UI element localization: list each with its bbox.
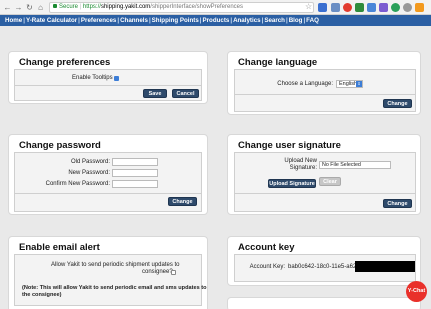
extension-icon[interactable] bbox=[343, 3, 352, 12]
preferences-title: Change preferences bbox=[19, 57, 111, 68]
divider bbox=[15, 85, 201, 86]
lock-icon bbox=[53, 4, 57, 9]
extension-icon[interactable] bbox=[318, 3, 327, 12]
language-label: Choose a Language: bbox=[277, 81, 333, 87]
nav-links: Home|Y-Rate Calculator|Preferences|Chann… bbox=[5, 16, 319, 25]
old-password-label: Old Password: bbox=[70, 159, 110, 165]
upload-signature-button[interactable]: Upload Signature bbox=[268, 179, 316, 188]
extension-icon[interactable] bbox=[391, 3, 400, 12]
home-icon[interactable]: ⌂ bbox=[36, 3, 45, 12]
account-key-box: Account Key: bab0c642-18c0-11e5-a623- bbox=[234, 254, 416, 282]
email-alert-panel: Enable email alert Allow Yakit to send p… bbox=[8, 236, 208, 309]
signature-form: Upload New Signature: No File Selected U… bbox=[234, 152, 416, 212]
enable-tooltips-checkbox[interactable] bbox=[114, 76, 119, 81]
nav-link[interactable]: FAQ bbox=[306, 17, 319, 24]
language-change-button[interactable]: Change bbox=[383, 99, 412, 108]
next-panel bbox=[227, 297, 421, 309]
confirm-password-input[interactable] bbox=[112, 180, 158, 188]
site-nav: Home|Y-Rate Calculator|Preferences|Chann… bbox=[0, 15, 431, 26]
forward-icon[interactable]: → bbox=[14, 3, 23, 12]
email-alert-question-2: consignee? bbox=[142, 269, 173, 275]
select-arrow-icon: ⇕ bbox=[356, 81, 362, 87]
email-alert-note: (Note: This will allow Yakit to send per… bbox=[22, 285, 207, 291]
enable-tooltips-label: Enable Tooltips bbox=[72, 75, 113, 81]
password-panel: Change password Old Password: New Passwo… bbox=[8, 134, 208, 215]
url-host: shipping.yakit.com bbox=[100, 4, 151, 10]
divider bbox=[235, 193, 415, 194]
divider bbox=[235, 94, 415, 95]
password-title: Change password bbox=[19, 140, 101, 151]
nav-link[interactable]: Channels bbox=[120, 17, 148, 24]
password-change-button[interactable]: Change bbox=[168, 197, 197, 206]
new-password-label: New Password: bbox=[68, 170, 110, 176]
confirm-password-label: Confirm New Password: bbox=[45, 181, 110, 187]
extension-icon[interactable] bbox=[331, 3, 340, 12]
nav-link[interactable]: Blog bbox=[289, 17, 303, 24]
nav-link[interactable]: Home bbox=[5, 17, 22, 24]
old-password-input[interactable] bbox=[112, 158, 158, 166]
signature-file-input[interactable]: No File Selected bbox=[319, 161, 391, 169]
nav-link[interactable]: Preferences bbox=[81, 17, 116, 24]
language-panel: Change language Choose a Language: Engli… bbox=[227, 51, 421, 115]
nav-link[interactable]: Search bbox=[264, 17, 285, 24]
extension-icon[interactable] bbox=[379, 3, 388, 12]
divider bbox=[15, 193, 201, 194]
redaction-bar bbox=[355, 261, 415, 272]
language-selected: English bbox=[339, 81, 358, 87]
language-select[interactable]: English ⇕ bbox=[336, 80, 363, 88]
browser-toolbar: ← → ↻ ⌂ Secure | https://shipping.yakit.… bbox=[0, 0, 431, 15]
upload-signature-label-2: Signature: bbox=[289, 165, 317, 171]
extension-icon[interactable] bbox=[403, 3, 412, 12]
back-icon[interactable]: ← bbox=[3, 3, 12, 12]
language-title: Change language bbox=[238, 57, 318, 68]
url-scheme: https:// bbox=[82, 4, 101, 10]
secure-label: Secure bbox=[59, 4, 79, 10]
extension-icon[interactable] bbox=[367, 3, 376, 12]
email-alert-note-2: the consignee) bbox=[22, 292, 62, 298]
new-password-input[interactable] bbox=[112, 169, 158, 177]
preferences-panel: Change preferences Enable Tooltips Save … bbox=[8, 51, 208, 104]
address-bar[interactable]: Secure | https://shipping.yakit.com/ship… bbox=[49, 2, 314, 13]
preferences-form: Enable Tooltips Save Cancel bbox=[14, 69, 202, 101]
email-alert-checkbox[interactable] bbox=[171, 270, 176, 275]
language-form: Choose a Language: English ⇕ Change bbox=[234, 69, 416, 112]
password-form: Old Password: New Password: Confirm New … bbox=[14, 152, 202, 212]
chat-button[interactable]: Y-Chat bbox=[406, 281, 427, 302]
nav-link[interactable]: Y-Rate Calculator bbox=[26, 17, 77, 24]
save-button[interactable]: Save bbox=[143, 89, 167, 98]
nav-link[interactable]: Products bbox=[203, 17, 230, 24]
clear-signature-button[interactable]: Clear bbox=[319, 177, 341, 186]
account-key-label: Account Key: bbox=[249, 264, 285, 270]
nav-link[interactable]: Analytics bbox=[233, 17, 261, 24]
email-alert-title: Enable email alert bbox=[19, 242, 100, 253]
reload-icon[interactable]: ↻ bbox=[25, 3, 34, 12]
extension-icon[interactable] bbox=[355, 3, 364, 12]
account-key-title: Account key bbox=[238, 242, 295, 253]
extension-icon[interactable] bbox=[415, 3, 424, 12]
signature-title: Change user signature bbox=[238, 140, 341, 151]
cancel-button[interactable]: Cancel bbox=[172, 89, 199, 98]
url-path: /shipperInterface/showPreferences bbox=[150, 4, 244, 10]
signature-change-button[interactable]: Change bbox=[383, 199, 412, 208]
signature-panel: Change user signature Upload New Signatu… bbox=[227, 134, 421, 215]
email-alert-form: Allow Yakit to send periodic shipment up… bbox=[14, 254, 207, 306]
account-key-value: bab0c642-18c0-11e5-a623- bbox=[288, 264, 362, 270]
email-alert-question: Allow Yakit to send periodic shipment up… bbox=[51, 262, 180, 268]
bookmark-star-icon[interactable]: ☆ bbox=[305, 3, 312, 11]
nav-link[interactable]: Shipping Points bbox=[152, 17, 199, 24]
upload-signature-label: Upload New bbox=[284, 158, 317, 164]
account-key-panel: Account key Account Key: bab0c642-18c0-1… bbox=[227, 236, 421, 286]
